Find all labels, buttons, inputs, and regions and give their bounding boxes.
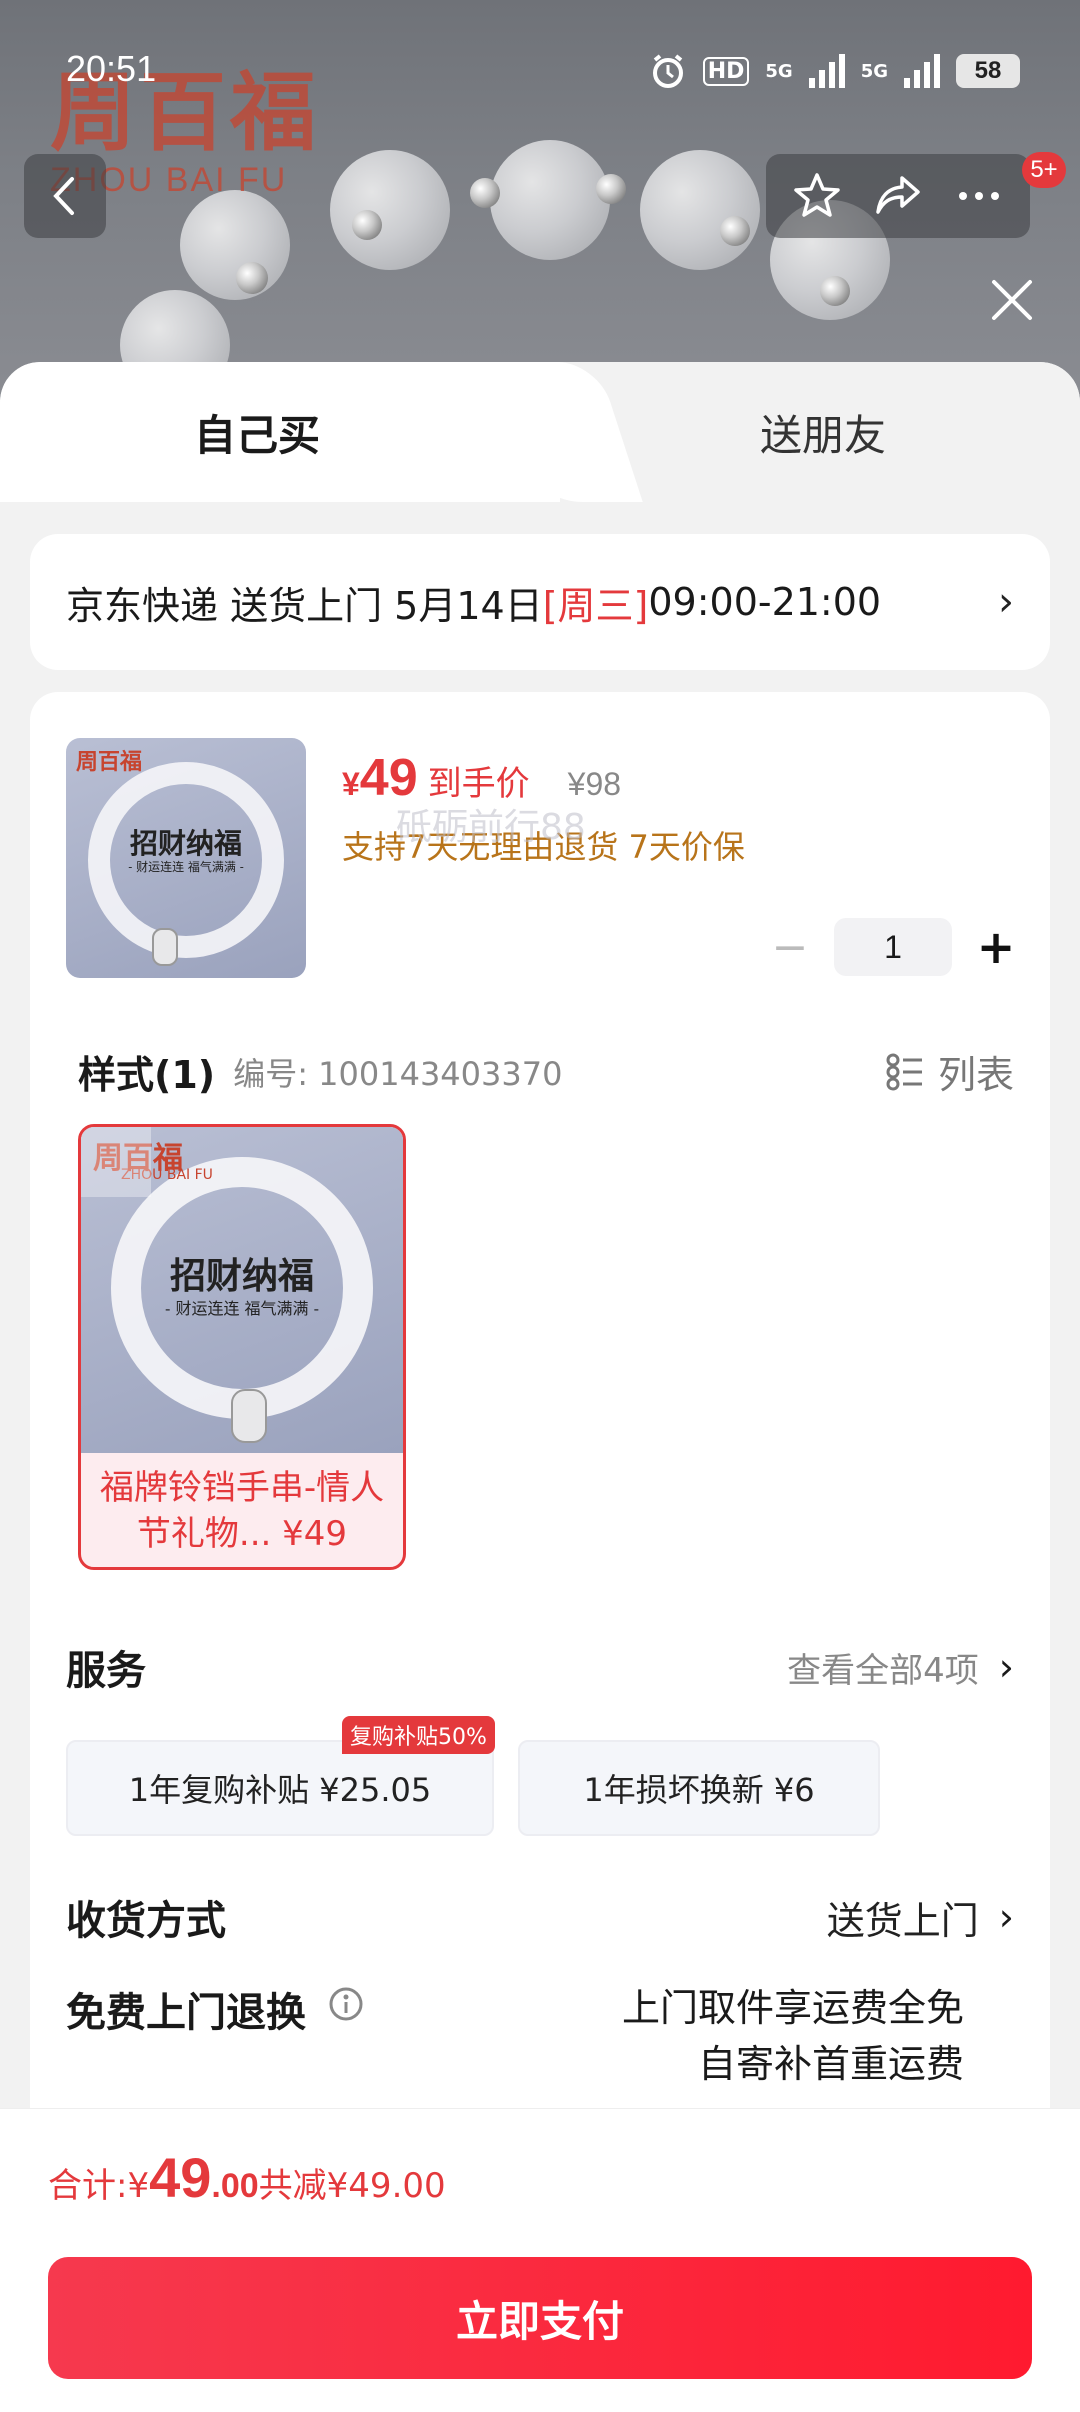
list-icon [886, 1053, 922, 1090]
quantity-input[interactable]: 1 [834, 918, 952, 976]
more-icon[interactable] [953, 170, 1005, 222]
charm-pendant [152, 928, 178, 966]
service-option-damage[interactable]: 1年损坏换新 ¥6 [518, 1740, 880, 1836]
sku-subtitle: - 财运连连 福气满满 - [164, 1299, 320, 1318]
sku-option[interactable]: 周百福 ZHOU BAI FU 招财纳福 - 财运连连 福气满满 - 福牌铃铛手… [78, 1124, 406, 1570]
status-time: 20:51 [66, 48, 157, 89]
sku-image: 周百福 ZHOU BAI FU 招财纳福 - 财运连连 福气满满 - [81, 1127, 403, 1453]
sku-title: 招财纳福 [169, 1255, 314, 1297]
total-label: 合计: [48, 2166, 128, 2206]
quantity-stepper: − 1 + [766, 918, 1020, 976]
notification-badge: 5+ [1022, 152, 1066, 188]
close-icon[interactable] [984, 272, 1040, 328]
thumb-subtitle: - 财运连连 福气满满 - [128, 860, 244, 874]
decrease-button[interactable]: − [766, 922, 814, 973]
silver-bead [720, 216, 750, 246]
silver-bead [352, 210, 382, 240]
hd-icon: HD [702, 56, 750, 86]
status-icons: HD 5G 5G 58 [649, 52, 1020, 90]
list-label: 列表 [937, 1053, 1014, 1097]
services-view-all: 查看全部4项 [787, 1650, 979, 1691]
bead [640, 150, 760, 270]
free-return-line2: 自寄补首重运费 [697, 2042, 964, 2086]
delivery-text: 京东快递 送货上门 5月14日 [66, 583, 543, 628]
free-return-title: 免费上门退换 [66, 1990, 306, 2036]
shipping-value: 送货上门 [826, 1898, 979, 1943]
tab-self-buy[interactable]: 自己买 [194, 402, 320, 463]
top-action-group [766, 154, 1030, 238]
bead [490, 140, 610, 260]
delivery-weekday: [周三] [542, 583, 649, 628]
star-icon[interactable] [791, 170, 843, 222]
services-header[interactable]: 服务 查看全部4项 › [66, 1638, 1014, 1696]
total-currency: ¥ [127, 2166, 150, 2206]
back-button[interactable] [24, 154, 106, 238]
total-int: 49 [149, 2146, 212, 2209]
watermark: 砥砺前行88 [396, 807, 586, 848]
silver-bead [470, 178, 500, 208]
bead [180, 190, 290, 300]
style-title: 样式(1) [78, 1053, 216, 1097]
status-bar: 20:51 HD 5G 5G 58 [0, 48, 1080, 96]
thumb-title: 招财纳福 [129, 827, 242, 860]
chevron-right-icon: › [998, 579, 1014, 625]
expand-icon[interactable] [81, 1127, 151, 1197]
battery-icon: 58 [956, 54, 1020, 88]
net-label: 5G [765, 60, 793, 82]
silver-bead [236, 262, 268, 294]
free-return-row: 免费上门退换 上门取件享运费全免 自寄补首重运费 [66, 1980, 1014, 2092]
product-code: 编号: 100143403370 [233, 1054, 563, 1093]
silver-bead [596, 174, 626, 204]
net-label: 5G [860, 60, 888, 82]
shipping-method-row[interactable]: 收货方式 送货上门 › [66, 1888, 1014, 1946]
sku-name: 福牌铃铛手串-情人节礼物... ¥49 [99, 1468, 385, 1554]
increase-button[interactable]: + [972, 920, 1020, 974]
delivery-option[interactable]: 京东快递 送货上门 5月14日 [周三] 09:00-21:00 › [30, 534, 1050, 670]
service-option-repurchase[interactable]: 1年复购补贴 ¥25.05 [66, 1740, 494, 1836]
tab-gift-friend[interactable]: 送朋友 [760, 402, 886, 463]
free-return-detail: 上门取件享运费全免 自寄补首重运费 [622, 1980, 964, 2092]
purchase-tabs: 自己买 送朋友 [0, 362, 1080, 502]
alarm-icon [652, 54, 683, 88]
service-label: 1年复购补贴 ¥25.05 [128, 1771, 432, 1809]
silver-bead [820, 276, 850, 306]
pay-now-button[interactable]: 立即支付 [48, 2257, 1032, 2379]
service-label: 1年损坏换新 ¥6 [583, 1771, 815, 1809]
services-title: 服务 [66, 1648, 146, 1694]
bead [330, 150, 450, 270]
charm-pendant [231, 1389, 267, 1443]
signal-icon [904, 54, 940, 88]
style-header: 样式(1) 编号: 100143403370 列表 [78, 1044, 1014, 1099]
signal-icon [808, 54, 845, 88]
thumb-brand: 周百福 [76, 750, 143, 775]
info-icon[interactable] [328, 1986, 364, 2022]
free-return-line1: 上门取件享运费全免 [621, 1986, 964, 2030]
delivery-time: 09:00-21:00 [648, 580, 882, 624]
share-icon[interactable] [872, 170, 924, 222]
shipping-title: 收货方式 [66, 1898, 226, 1944]
total-saving: 共减¥49.00 [258, 2166, 446, 2206]
total-dec: .00 [211, 2167, 259, 2205]
list-view-toggle[interactable]: 列表 [886, 1044, 1014, 1099]
checkout-bar: 合计: ¥ 49 .00 共减¥49.00 立即支付 [0, 2108, 1080, 2412]
product-thumbnail[interactable]: 周百福 招财纳福 - 财运连连 福气满满 - [66, 738, 306, 978]
total-summary: 合计: ¥ 49 .00 共减¥49.00 [48, 2145, 446, 2210]
chevron-left-icon [53, 177, 74, 215]
repurchase-badge: 复购补贴50% [342, 1716, 495, 1754]
chevron-right-icon: › [998, 1895, 1014, 1939]
chevron-right-icon: › [998, 1645, 1014, 1689]
